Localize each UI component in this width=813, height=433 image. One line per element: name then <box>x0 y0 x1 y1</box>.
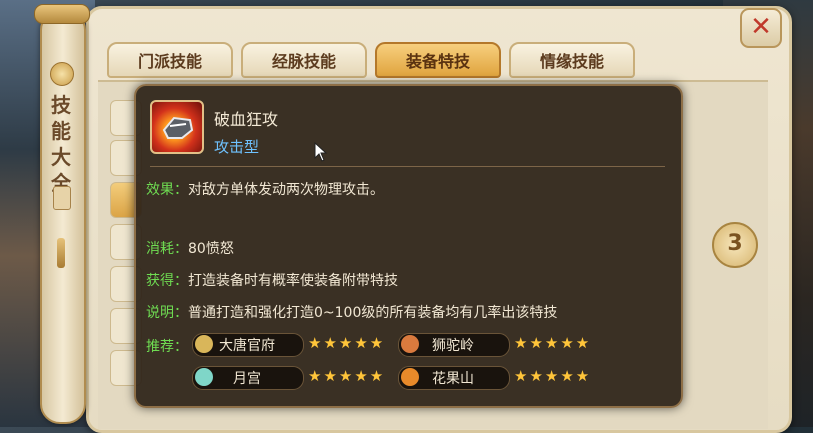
close-button[interactable]: ✕ <box>740 8 782 48</box>
obtain-label: 获得： <box>146 273 188 289</box>
scroll-rod-cap <box>34 4 90 24</box>
star-rating: ★★★★★ <box>514 334 592 352</box>
star-rating: ★★★★★ <box>514 367 592 385</box>
cost-row: 消耗：80愤怒 <box>146 238 234 258</box>
note-text: 普通打造和强化打造0~100级的所有装备均有几率出该特技 <box>188 305 558 321</box>
effect-row: 效果：对敌方单体发动两次物理攻击。 <box>146 179 384 199</box>
tab-equipment-skills[interactable]: 装备特技 <box>375 42 501 78</box>
cost-label: 消耗： <box>146 241 188 257</box>
sect-name: 花果山 <box>432 371 474 387</box>
effect-text: 对敌方单体发动两次物理攻击。 <box>188 182 384 198</box>
sect-name: 狮驼岭 <box>432 338 474 354</box>
skill-tooltip: 破血狂攻 攻击型 效果：对敌方单体发动两次物理攻击。 消耗：80愤怒 获得：打造… <box>134 84 683 408</box>
divider <box>150 166 665 167</box>
tab-bond-skills[interactable]: 情缘技能 <box>509 42 635 78</box>
skill-type: 攻击型 <box>214 138 260 156</box>
tassel-icon <box>57 238 65 268</box>
note-label: 说明： <box>146 305 188 321</box>
scroll-knob-icon <box>50 62 74 86</box>
obtain-row: 获得：打造装备时有概率使装备附带特技 <box>146 270 398 290</box>
side-title: 技能大全 <box>51 93 71 195</box>
cost-text: 80愤怒 <box>188 241 234 257</box>
obtain-text: 打造装备时有概率使装备附带特技 <box>188 273 398 289</box>
skill-fist-icon <box>150 100 204 154</box>
tab-meridian-skills[interactable]: 经脉技能 <box>241 42 367 78</box>
sect-name: 月宫 <box>233 371 261 387</box>
effect-label: 效果： <box>146 182 188 198</box>
recommend-label: 推荐： <box>146 339 188 355</box>
sect-name: 大唐官府 <box>219 338 275 354</box>
scroll-seal-icon <box>53 186 71 210</box>
note-row: 说明：普通打造和强化打造0~100级的所有装备均有几率出该特技 <box>146 302 557 322</box>
star-rating: ★★★★★ <box>308 367 386 385</box>
mouse-cursor-icon <box>314 142 328 162</box>
next-page-button[interactable]: 3 <box>712 222 758 268</box>
tab-sect-skills[interactable]: 门派技能 <box>107 42 233 78</box>
skill-name: 破血狂攻 <box>214 110 279 129</box>
star-rating: ★★★★★ <box>308 334 386 352</box>
